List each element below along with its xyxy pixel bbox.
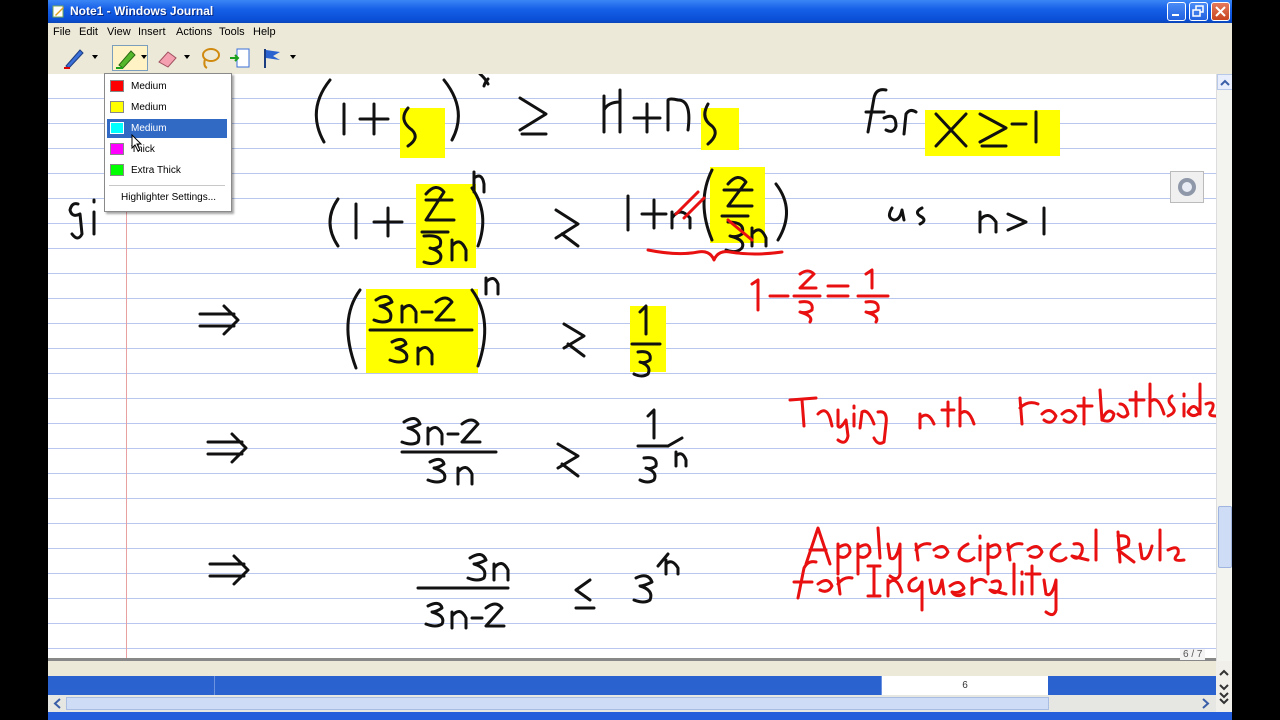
horizontal-scrollbar[interactable] — [48, 695, 1216, 712]
color-swatch — [110, 122, 124, 134]
highlighter-dropdown-arrow-icon[interactable] — [141, 55, 147, 59]
menu-edit[interactable]: Edit — [79, 26, 98, 38]
status-bar: 6 — [48, 676, 1216, 695]
menu-separator — [109, 185, 225, 186]
journal-app-icon — [52, 5, 64, 18]
page-nav-chevrons-icon — [1219, 669, 1229, 705]
minimize-button[interactable] — [1167, 2, 1186, 21]
option-label: Medium — [131, 81, 167, 92]
page-counter: 6 / 7 — [1180, 649, 1206, 660]
circle-target-icon — [1178, 178, 1196, 196]
pen-dropdown-arrow-icon[interactable] — [92, 55, 98, 59]
scroll-right-icon[interactable] — [1198, 696, 1213, 711]
status-segment — [215, 676, 882, 695]
restore-icon — [1192, 5, 1204, 17]
menu-actions[interactable]: Actions — [176, 26, 212, 38]
status-page-number: 6 — [882, 676, 1048, 695]
eraser-dropdown-arrow-icon[interactable] — [184, 55, 190, 59]
highlighter-option-yellow-medium[interactable]: Medium — [107, 98, 227, 117]
close-button[interactable] — [1211, 2, 1230, 21]
taskbar-edge — [48, 712, 1232, 720]
insert-space-icon[interactable] — [228, 46, 252, 70]
restore-button[interactable] — [1189, 2, 1208, 21]
menu-view[interactable]: View — [107, 26, 131, 38]
menu-insert[interactable]: Insert — [138, 26, 166, 38]
color-swatch — [110, 101, 124, 113]
close-icon — [1215, 6, 1226, 17]
pen-icon[interactable] — [62, 46, 86, 70]
highlighter-option-green-extra-thick[interactable]: Extra Thick — [107, 161, 227, 180]
highlighter-option-red-medium[interactable]: Medium — [107, 77, 227, 96]
mouse-cursor-icon — [131, 134, 143, 152]
title-bar: Note1 - Windows Journal — [48, 0, 1232, 23]
highlighter-color-menu: Medium Medium Medium Thick Extra Thick H… — [104, 73, 232, 212]
color-swatch — [110, 164, 124, 176]
eraser-icon[interactable] — [156, 46, 180, 70]
ink-circle-button[interactable] — [1170, 171, 1204, 203]
highlighter-icon[interactable] — [114, 46, 138, 70]
option-label: Medium — [131, 123, 167, 134]
highlighter-settings-item[interactable]: Highlighter Settings... — [121, 192, 216, 203]
menu-help[interactable]: Help — [253, 26, 276, 38]
highlighter-option-magenta-thick[interactable]: Thick — [107, 140, 227, 159]
option-label: Medium — [131, 102, 167, 113]
vertical-scrollbar[interactable] — [1216, 74, 1232, 661]
horizontal-scroll-thumb[interactable] — [66, 697, 1049, 710]
lasso-select-icon[interactable] — [198, 46, 222, 70]
scroll-up-button[interactable] — [1217, 74, 1232, 90]
page-nav-scroll[interactable] — [1216, 661, 1232, 712]
status-segment — [48, 676, 215, 695]
menu-bar: File Edit View Insert Actions Tools Help — [48, 23, 1232, 42]
chevron-up-icon — [1220, 79, 1230, 86]
menu-file[interactable]: File — [53, 26, 71, 38]
highlighter-option-cyan-medium[interactable]: Medium — [107, 119, 227, 138]
color-swatch — [110, 143, 124, 155]
page-bottom-rule — [48, 658, 1216, 661]
menu-tools[interactable]: Tools — [219, 26, 245, 38]
red-ink — [646, 190, 1216, 617]
option-label: Extra Thick — [131, 165, 181, 176]
pen-toolbar — [48, 42, 1232, 75]
flag-icon[interactable] — [260, 46, 284, 70]
color-swatch — [110, 80, 124, 92]
window-title: Note1 - Windows Journal — [70, 4, 214, 18]
minimize-icon — [1172, 14, 1179, 16]
flag-dropdown-arrow-icon[interactable] — [290, 55, 296, 59]
vertical-scroll-thumb[interactable] — [1218, 506, 1232, 568]
journal-window: Note1 - Windows Journal File Edit View I… — [48, 0, 1232, 720]
scroll-left-icon[interactable] — [50, 696, 65, 711]
